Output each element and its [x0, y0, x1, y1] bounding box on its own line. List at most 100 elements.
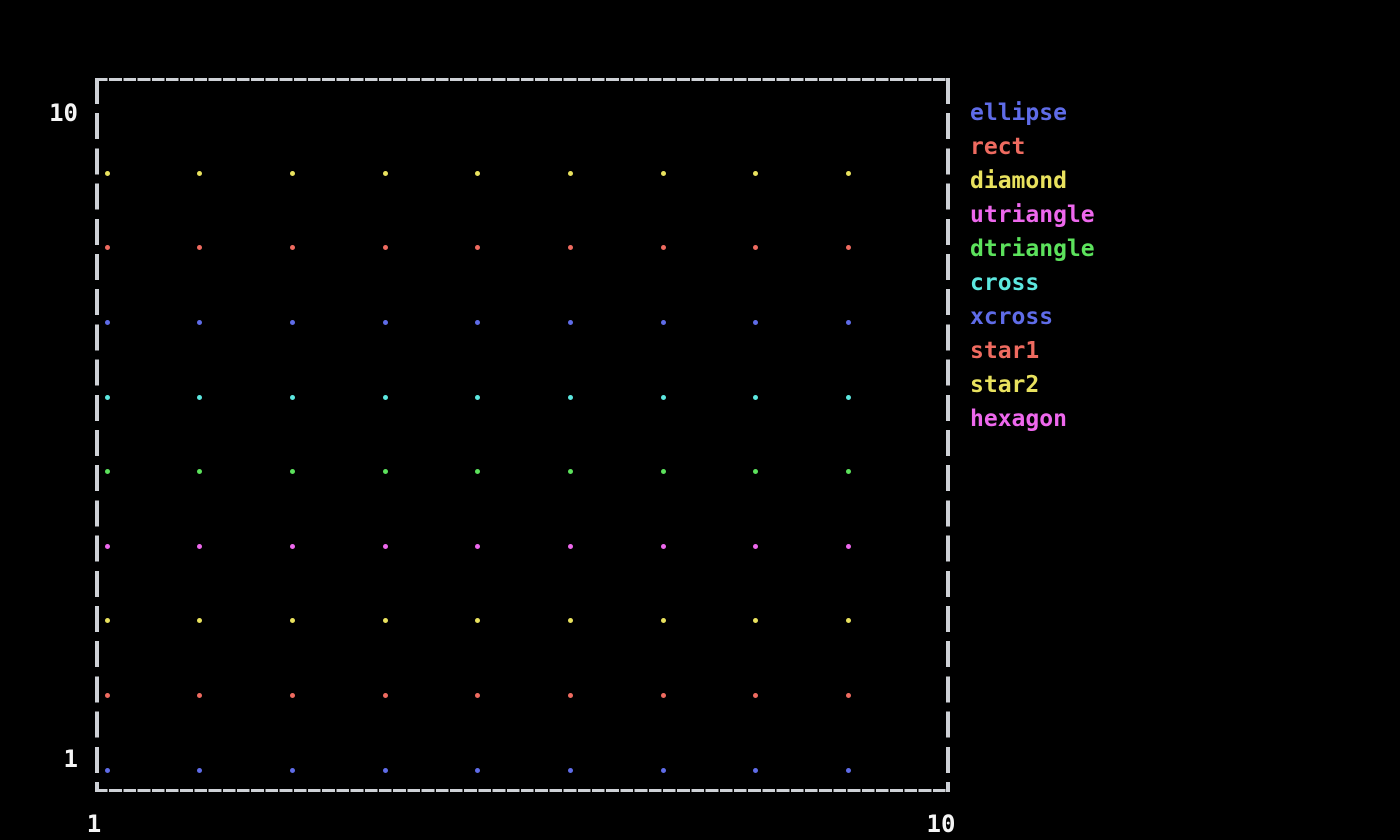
- scatter-point-star2: [661, 171, 666, 176]
- scatter-point-xcross: [197, 320, 202, 325]
- scatter-point-star2: [383, 171, 388, 176]
- scatter-point-star2: [197, 171, 202, 176]
- legend-item-rect: rect: [970, 130, 1025, 164]
- scatter-point-ellipse: [197, 768, 202, 773]
- legend-item-hexagon: hexagon: [970, 402, 1067, 436]
- scatter-point-diamond: [105, 618, 110, 623]
- scatter-point-star1: [661, 245, 666, 250]
- scatter-point-star1: [197, 245, 202, 250]
- scatter-point-cross: [383, 395, 388, 400]
- scatter-point-star1: [290, 245, 295, 250]
- scatter-point-diamond: [383, 618, 388, 623]
- scatter-point-star1: [846, 245, 851, 250]
- scatter-point-ellipse: [105, 768, 110, 773]
- scatter-point-diamond: [568, 618, 573, 623]
- legend-item-star1: star1: [970, 334, 1039, 368]
- terminal-screen: 10 1 1 10 ellipserectdiamondutriangledtr…: [0, 0, 1400, 840]
- scatter-point-ellipse: [475, 768, 480, 773]
- scatter-point-rect: [197, 693, 202, 698]
- scatter-point-star2: [475, 171, 480, 176]
- legend-item-xcross: xcross: [970, 300, 1053, 334]
- y-axis-label-max: 10: [0, 96, 78, 130]
- scatter-point-star1: [105, 245, 110, 250]
- scatter-point-utriangle: [197, 544, 202, 549]
- scatter-point-diamond: [197, 618, 202, 623]
- scatter-point-diamond: [846, 618, 851, 623]
- scatter-point-dtriangle: [383, 469, 388, 474]
- scatter-point-ellipse: [846, 768, 851, 773]
- scatter-point-cross: [568, 395, 573, 400]
- scatter-point-diamond: [475, 618, 480, 623]
- legend-item-ellipse: ellipse: [970, 96, 1067, 130]
- scatter-point-rect: [105, 693, 110, 698]
- scatter-point-star1: [475, 245, 480, 250]
- x-axis-label-min: 1: [54, 807, 134, 840]
- scatter-point-cross: [661, 395, 666, 400]
- scatter-point-star1: [753, 245, 758, 250]
- y-axis-label-min: 1: [0, 742, 78, 776]
- scatter-point-dtriangle: [475, 469, 480, 474]
- legend-item-cross: cross: [970, 266, 1039, 300]
- scatter-point-utriangle: [475, 544, 480, 549]
- scatter-point-star2: [846, 171, 851, 176]
- scatter-point-dtriangle: [105, 469, 110, 474]
- scatter-point-diamond: [661, 618, 666, 623]
- scatter-point-rect: [383, 693, 388, 698]
- scatter-point-cross: [475, 395, 480, 400]
- scatter-point-ellipse: [383, 768, 388, 773]
- plot-border-bottom: [95, 789, 950, 792]
- scatter-point-rect: [475, 693, 480, 698]
- scatter-point-xcross: [661, 320, 666, 325]
- legend-item-star2: star2: [970, 368, 1039, 402]
- scatter-point-utriangle: [290, 544, 295, 549]
- scatter-point-xcross: [568, 320, 573, 325]
- scatter-point-cross: [197, 395, 202, 400]
- scatter-point-cross: [105, 395, 110, 400]
- scatter-point-rect: [661, 693, 666, 698]
- scatter-point-xcross: [753, 320, 758, 325]
- legend-item-diamond: diamond: [970, 164, 1067, 198]
- plot-border-right: [946, 78, 950, 792]
- scatter-point-dtriangle: [197, 469, 202, 474]
- scatter-point-utriangle: [568, 544, 573, 549]
- scatter-point-star1: [568, 245, 573, 250]
- scatter-point-dtriangle: [661, 469, 666, 474]
- scatter-point-utriangle: [846, 544, 851, 549]
- scatter-point-star2: [568, 171, 573, 176]
- x-axis-label-max: 10: [901, 807, 981, 840]
- scatter-point-star1: [383, 245, 388, 250]
- scatter-point-utriangle: [105, 544, 110, 549]
- scatter-point-xcross: [105, 320, 110, 325]
- scatter-point-dtriangle: [753, 469, 758, 474]
- scatter-point-cross: [846, 395, 851, 400]
- scatter-point-xcross: [383, 320, 388, 325]
- scatter-point-dtriangle: [846, 469, 851, 474]
- scatter-point-star2: [290, 171, 295, 176]
- scatter-point-ellipse: [290, 768, 295, 773]
- scatter-point-utriangle: [753, 544, 758, 549]
- scatter-point-xcross: [846, 320, 851, 325]
- scatter-point-utriangle: [383, 544, 388, 549]
- plot-border-left: [95, 78, 99, 792]
- scatter-point-dtriangle: [290, 469, 295, 474]
- scatter-point-rect: [753, 693, 758, 698]
- scatter-point-diamond: [290, 618, 295, 623]
- scatter-point-diamond: [753, 618, 758, 623]
- plot-border-top: [95, 78, 950, 81]
- scatter-point-rect: [290, 693, 295, 698]
- scatter-point-ellipse: [661, 768, 666, 773]
- scatter-point-cross: [290, 395, 295, 400]
- scatter-point-ellipse: [753, 768, 758, 773]
- scatter-point-cross: [753, 395, 758, 400]
- scatter-point-rect: [568, 693, 573, 698]
- legend-item-utriangle: utriangle: [970, 198, 1095, 232]
- scatter-point-star2: [753, 171, 758, 176]
- scatter-point-star2: [105, 171, 110, 176]
- scatter-point-rect: [846, 693, 851, 698]
- scatter-point-utriangle: [661, 544, 666, 549]
- legend-item-dtriangle: dtriangle: [970, 232, 1095, 266]
- scatter-point-ellipse: [568, 768, 573, 773]
- scatter-point-xcross: [475, 320, 480, 325]
- scatter-point-dtriangle: [568, 469, 573, 474]
- scatter-point-xcross: [290, 320, 295, 325]
